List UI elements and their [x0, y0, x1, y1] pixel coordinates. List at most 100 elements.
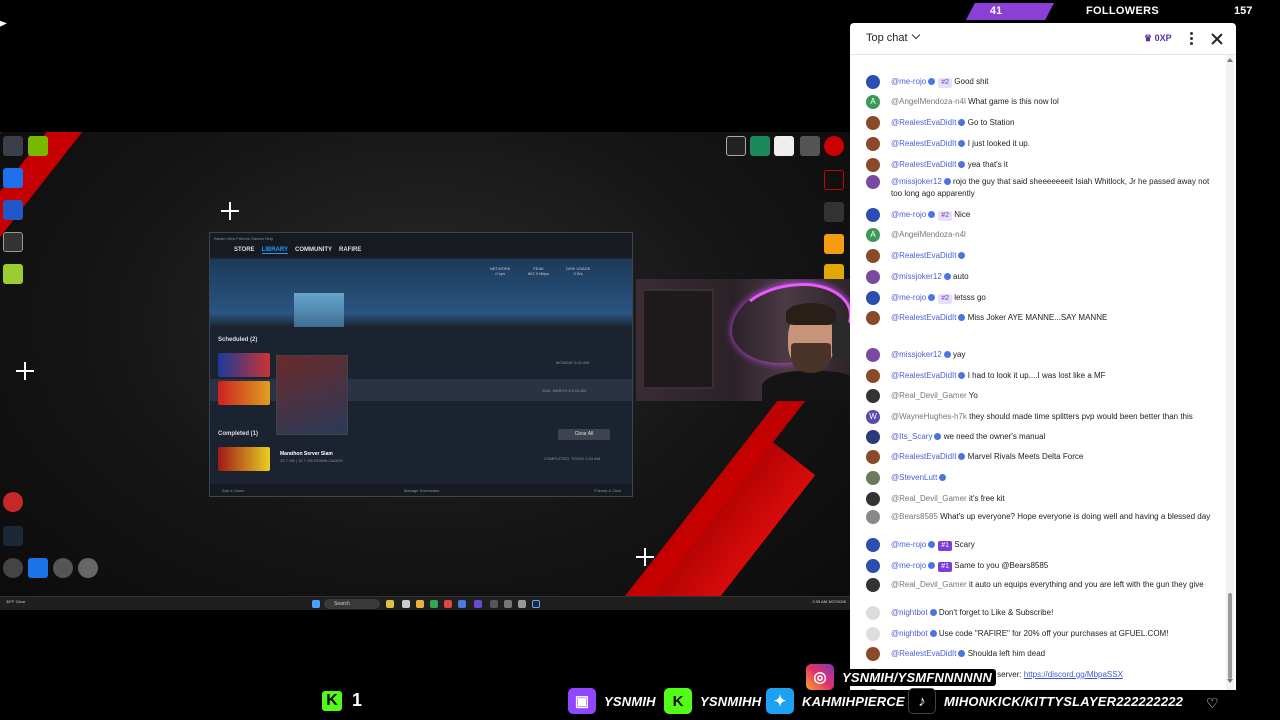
chat-message[interactable]: A @AngelMendoza-n4l [866, 228, 1224, 242]
app-icon[interactable] [3, 492, 23, 512]
username[interactable]: @missjoker12 [891, 272, 942, 281]
scroll-down-icon[interactable] [1227, 679, 1233, 683]
chat-message[interactable]: @RealestEvaDidIt Go to Station [866, 116, 1224, 130]
username[interactable]: @RealestEvaDidIt [891, 649, 956, 658]
username[interactable]: @missjoker12 [891, 350, 942, 359]
user-avatar[interactable] [866, 389, 880, 403]
username[interactable]: @me-rojo [891, 210, 926, 219]
user-avatar[interactable] [866, 208, 880, 222]
username[interactable]: @nightbot [891, 629, 928, 638]
username[interactable]: @RealestEvaDidIt [891, 371, 956, 380]
clear-all-button[interactable]: Clear All [558, 429, 610, 440]
user-avatar[interactable] [866, 559, 880, 573]
completed-row[interactable]: Marathon Server Slam 12.7 GB | 12.7 GB D… [210, 445, 632, 471]
username[interactable]: @me-rojo [891, 561, 926, 570]
user-avatar[interactable] [866, 430, 880, 444]
chat-message-list[interactable]: @me-rojo #2 Good shit A @AngelMendoza-n4l W… [850, 55, 1228, 690]
app-icon[interactable] [3, 232, 23, 252]
user-avatar[interactable] [866, 116, 880, 130]
chat-message[interactable]: @me-rojo #1 Same to you @Bears8585 [866, 559, 1224, 573]
user-avatar[interactable] [866, 137, 880, 151]
user-avatar[interactable] [866, 249, 880, 263]
user-avatar[interactable] [866, 75, 880, 89]
username[interactable]: @RealestEvaDidIt [891, 160, 956, 169]
manage-downloads-link[interactable]: Manage Downloads [404, 488, 439, 493]
taskbar-app-icon[interactable] [458, 600, 466, 608]
username[interactable]: @RealestEvaDidIt [891, 313, 956, 322]
close-icon[interactable] [1210, 32, 1224, 46]
nav-profile[interactable]: RAFIRE [339, 247, 361, 253]
username[interactable]: @AngelMendoza-n4l [891, 97, 966, 106]
marathon-icon[interactable] [3, 264, 23, 284]
start-icon[interactable] [312, 600, 320, 608]
app-icon[interactable] [824, 202, 844, 222]
obs-icon[interactable] [3, 558, 23, 578]
user-avatar[interactable] [866, 647, 880, 661]
download-row[interactable]: Borderlands® 4 MONDAY 9:41 AM [210, 351, 632, 377]
user-avatar[interactable] [866, 471, 880, 485]
chat-message[interactable]: @RealestEvaDidIt Shoulda left him dead [866, 647, 1224, 661]
username[interactable]: @me-rojo [891, 540, 926, 549]
app-icon[interactable] [824, 136, 844, 156]
taskbar-app-icon[interactable] [430, 600, 438, 608]
chat-message[interactable]: @RealestEvaDidIt yea that's it [866, 158, 1224, 172]
friends-chat-link[interactable]: Friends & Chat [594, 488, 621, 493]
taskbar-app-icon[interactable] [386, 600, 394, 608]
user-avatar[interactable]: A [866, 95, 880, 109]
chat-message[interactable]: W @WayneHughes-h7k they should made time … [866, 410, 1224, 424]
nav-store[interactable]: STORE [234, 247, 255, 253]
chat-message[interactable]: @RealestEvaDidIt Marvel Rivals Meets Del… [866, 450, 1224, 464]
nav-library[interactable]: LIBRARY [261, 247, 289, 254]
user-avatar[interactable]: W [866, 410, 880, 424]
user-avatar[interactable] [866, 369, 880, 383]
taskbar-app-icon[interactable] [416, 600, 424, 608]
taskbar-app-icon[interactable] [474, 600, 482, 608]
xp-badge[interactable]: ♛ 0XP [1144, 33, 1172, 44]
steam-menu[interactable]: Steam View Friends Games Help [210, 233, 632, 243]
steam-icon[interactable] [3, 526, 23, 546]
recycle-bin-icon[interactable] [3, 136, 23, 156]
username[interactable]: @me-rojo [891, 77, 926, 86]
username[interactable]: @Bears8585 [891, 512, 938, 521]
scroll-thumb[interactable] [1228, 593, 1232, 679]
chat-message[interactable]: @RealestEvaDidIt I had to look it up....… [866, 369, 1224, 383]
username[interactable]: @me-rojo [891, 293, 926, 302]
username[interactable]: @Real_Devil_Gamer [891, 494, 967, 503]
username[interactable]: @RealestEvaDidIt [891, 118, 956, 127]
app-icon[interactable] [726, 136, 746, 156]
chat-message[interactable]: @missjoker12 yay [866, 348, 1224, 362]
weather-widget[interactable]: 38°F Clear [6, 599, 46, 604]
app-icon[interactable] [750, 136, 770, 156]
username[interactable]: @RealestEvaDidIt [891, 452, 956, 461]
steam-window[interactable]: Steam View Friends Games Help STORE LIBR… [209, 232, 633, 497]
user-avatar[interactable] [866, 578, 880, 592]
taskbar-app-icon[interactable] [402, 600, 410, 608]
app-icon[interactable] [800, 136, 820, 156]
message-link[interactable]: https://discord.gg/MbpaSSX [1024, 670, 1123, 679]
user-avatar[interactable] [866, 270, 880, 284]
taskbar-app-icon[interactable] [518, 600, 526, 608]
user-avatar[interactable] [866, 348, 880, 362]
chat-message[interactable]: @nightbot Use code "RAFIRE" for 20% off … [866, 627, 1224, 641]
chat-message[interactable]: @Bears8585 What's up everyone? Hope ever… [866, 510, 1224, 534]
username[interactable]: @Its_Scary [891, 432, 932, 441]
chat-message[interactable]: @RealestEvaDidIt I just looked it up. [866, 137, 1224, 151]
taskbar-app-icon[interactable] [504, 600, 512, 608]
user-avatar[interactable] [866, 450, 880, 464]
username[interactable]: @AngelMendoza-n4l [891, 230, 966, 239]
username[interactable]: @Real_Devil_Gamer [891, 580, 967, 589]
app-icon[interactable] [3, 168, 23, 188]
heart-icon[interactable]: ♡ [1206, 695, 1219, 712]
nvidia-app-icon[interactable] [28, 136, 48, 156]
download-row[interactable]: SUN, MARCH 8 2:04 AM [210, 379, 632, 405]
user-avatar[interactable] [866, 291, 880, 305]
username[interactable]: @nightbot [891, 608, 928, 617]
chat-message[interactable]: @StevenLutt [866, 471, 1224, 485]
chat-scrollbar[interactable] [1226, 55, 1234, 690]
username[interactable]: @missjoker12 [891, 177, 942, 186]
chat-message[interactable]: @Its_Scary we need the owner's manual [866, 430, 1224, 444]
username[interactable]: @Real_Devil_Gamer [891, 391, 967, 400]
username[interactable]: @WayneHughes-h7k [891, 412, 967, 421]
user-avatar[interactable] [866, 538, 880, 552]
file-icon[interactable] [774, 136, 794, 156]
